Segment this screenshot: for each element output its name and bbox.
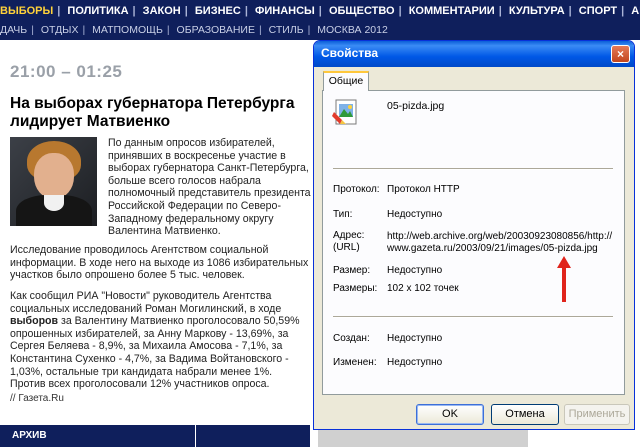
size-label: Размер: [333, 265, 371, 276]
image-file-icon [332, 99, 357, 125]
address-value[interactable]: http://web.archive.org/web/2003092308085… [387, 231, 617, 255]
politician-photo [10, 137, 97, 226]
article-paragraph-2: Как сообщил РИА "Новости" руководитель А… [10, 290, 310, 391]
ok-button[interactable]: OK [416, 404, 484, 425]
nav-item-culture[interactable]: КУЛЬТУРА [509, 2, 565, 20]
type-value: Недоступно [387, 209, 443, 220]
protocol-value: Протокол HTTP [387, 184, 460, 195]
archive-bar: АРХИВ [0, 425, 310, 447]
nav-item-matpomosch[interactable]: МАТПОМОЩЬ [92, 21, 163, 39]
nav-item-politics[interactable]: ПОЛИТИКА [67, 2, 128, 20]
nav-item-law[interactable]: ЗАКОН [143, 2, 181, 20]
nav-item-moscow2012[interactable]: МОСКВА 2012 [317, 21, 388, 39]
modified-label: Изменен: [333, 357, 377, 368]
nav-item-business[interactable]: БИЗНЕС [195, 2, 241, 20]
separator-bottom [333, 316, 613, 318]
article-source: // Газета.Ru [10, 393, 64, 404]
elections-link[interactable]: выборов [10, 315, 58, 327]
size-value: Недоступно [387, 265, 443, 276]
nav-item-society[interactable]: ОБЩЕСТВО [329, 2, 395, 20]
properties-dialog: Свойства × Общие 05-pizda.jpg Протокол: … [313, 40, 635, 430]
nav-item-elections[interactable]: ВЫБОРЫ [0, 2, 53, 20]
archive-bar-divider [195, 425, 196, 447]
created-label: Создан: [333, 333, 370, 344]
address-label: Адрес: (URL) [333, 230, 365, 253]
nav-item-sport[interactable]: СПОРТ [579, 2, 617, 20]
nav-row-secondary: ДАЧЬ | ОТДЫХ | МАТПОМОЩЬ | ОБРАЗОВАНИЕ | СТИ… [0, 21, 640, 39]
nav-item-rest[interactable]: ОТДЫХ [41, 21, 79, 39]
article-paragraph-1: Исследование проводилось Агентством соци… [10, 244, 309, 282]
dialog-title-bar[interactable]: Свойства × [314, 41, 634, 67]
cancel-button[interactable]: Отмена [491, 404, 559, 425]
paragraph-2-text-a: Как сообщил РИА "Новости" руководитель А… [10, 290, 282, 315]
protocol-label: Протокол: [333, 184, 380, 195]
nav-row-main: ВЫБОРЫ | ПОЛИТИКА | ЗАКОН | БИЗНЕС | ФИНАНСЫ… [0, 2, 640, 20]
nav-item-dacha[interactable]: ДАЧЬ [0, 21, 27, 39]
top-navigation: ВЫБОРЫ | ПОЛИТИКА | ЗАКОН | БИЗНЕС | ФИНАНСЫ… [0, 0, 640, 40]
nav-item-auto[interactable]: АВТО [631, 2, 640, 20]
type-label: Тип: [333, 209, 353, 220]
dimensions-value: 102 x 102 точек [387, 283, 459, 294]
file-name: 05-pizda.jpg [387, 100, 445, 112]
nav-item-finance[interactable]: ФИНАНСЫ [255, 2, 315, 20]
red-arrow-up-icon [557, 256, 571, 302]
tab-general[interactable]: Общие [323, 71, 369, 91]
separator-top [333, 168, 613, 170]
created-value: Недоступно [387, 333, 443, 344]
apply-button[interactable]: Применить [564, 404, 630, 425]
archive-link[interactable]: АРХИВ [12, 430, 47, 441]
nav-item-comments[interactable]: КОММЕНТАРИИ [409, 2, 495, 20]
nav-item-style[interactable]: СТИЛЬ [269, 21, 304, 39]
article-lead-text: По данным опросов избирателей, принявших… [108, 137, 311, 238]
dialog-title: Свойства [321, 46, 379, 60]
article-headline[interactable]: На выборах губернатора Петербурга лидиру… [10, 95, 310, 131]
dimensions-label: Размеры: [333, 283, 378, 294]
close-button[interactable]: × [611, 45, 630, 63]
modified-value: Недоступно [387, 357, 443, 368]
time-range: 21:00 – 01:25 [10, 62, 123, 81]
nav-item-education[interactable]: ОБРАЗОВАНИЕ [177, 21, 255, 39]
